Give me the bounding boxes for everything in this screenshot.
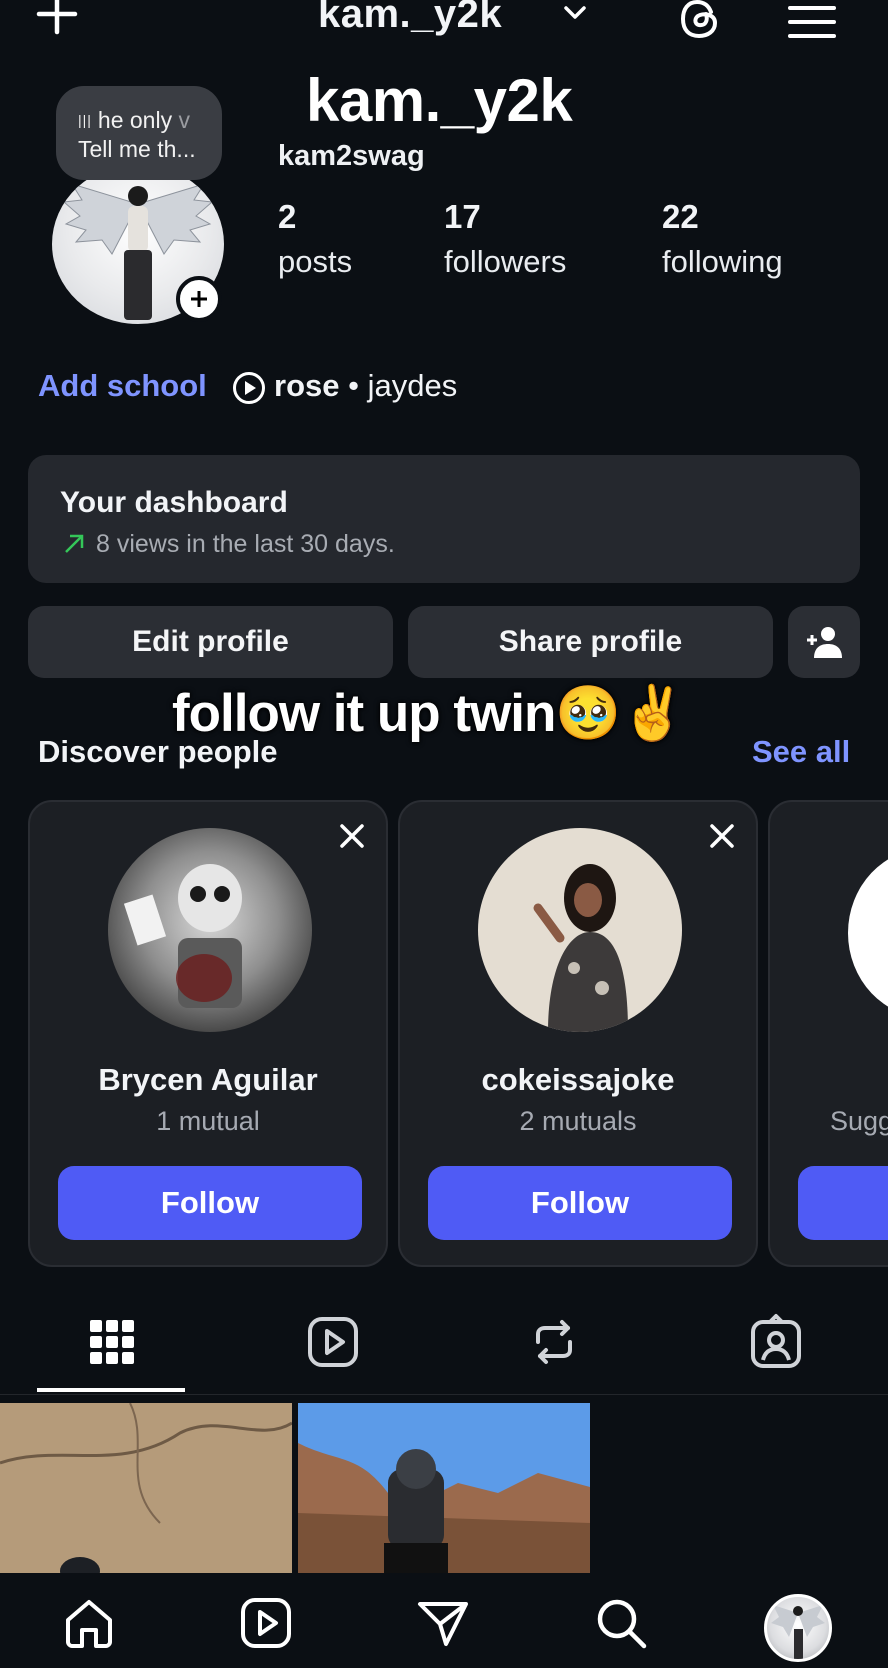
follow-button[interactable] [798,1166,888,1240]
plus-icon[interactable] [30,0,84,46]
menu-icon[interactable] [786,4,838,40]
profile-avatar-nav[interactable] [764,1594,832,1662]
music-separator: • [348,368,359,403]
suggestion-card[interactable]: cokeissajoke 2 mutuals Follow [398,800,758,1267]
close-icon[interactable] [708,822,736,850]
grid-icon[interactable] [82,1312,142,1372]
tagged-icon[interactable] [746,1312,806,1372]
profile-note[interactable]: ||| he only v Tell me th... [56,86,222,180]
suggestion-mutual: 1 mutual [156,1106,260,1136]
profile-music[interactable]: rose • jaydes [274,368,457,404]
dashboard-subtitle: 8 views in the last 30 days. [96,530,395,558]
post-thumbnail[interactable] [298,1403,590,1573]
outdoor-photo [298,1403,590,1573]
following-label[interactable]: following [662,244,783,280]
music-bars-icon: ||| [78,112,92,128]
home-icon[interactable] [60,1594,118,1652]
reels-icon[interactable] [303,1312,363,1372]
discover-people-button[interactable] [788,606,860,678]
top-bar: kam._y2k [0,0,888,60]
music-artist: jaydes [367,368,458,403]
suggestion-card-partial[interactable]: Sugg [768,800,888,1267]
threads-icon[interactable] [675,0,725,44]
person-art [533,864,628,1032]
suggestion-name[interactable]: cokeissajoke [400,1062,756,1098]
share-profile-button[interactable]: Share profile [408,606,773,678]
posts-count[interactable]: 2 [278,198,296,236]
edit-profile-button[interactable]: Edit profile [28,606,393,678]
add-school-link[interactable]: Add school [38,368,207,404]
note-line1-fade: v [178,107,190,133]
skull-art [123,864,242,1008]
suggestion-avatar[interactable] [108,828,312,1032]
search-icon[interactable] [592,1594,650,1652]
dashboard-title: Your dashboard [60,486,288,519]
add-story-button[interactable] [176,276,222,322]
followers-count[interactable]: 17 [444,198,481,236]
close-icon[interactable] [338,822,366,850]
plus-icon [191,291,207,307]
video-caption: follow it up twin🥹✌️ [172,684,686,743]
overlay-title: kam._y2k [306,67,573,134]
play-circle-icon[interactable] [232,371,266,405]
avatar-art [771,1605,825,1659]
post-thumbnail[interactable] [0,1403,292,1573]
suggestion-avatar[interactable] [848,848,888,1018]
send-icon[interactable] [414,1594,472,1652]
posts-label[interactable]: posts [278,244,352,280]
note-line2: Tell me th... [78,136,196,162]
top-username[interactable]: kam._y2k [318,0,502,37]
suggestion-name[interactable]: Brycen Aguilar [30,1062,386,1098]
suggestion-partial-text: Sugg [830,1106,888,1136]
followers-label[interactable]: followers [444,244,566,280]
music-song: rose [274,368,340,403]
see-all-link[interactable]: See all [752,734,850,770]
trend-up-icon [65,534,84,553]
reels-icon[interactable] [237,1594,295,1652]
following-count[interactable]: 22 [662,198,699,236]
tab-divider [0,1394,888,1395]
follow-button[interactable]: Follow [58,1166,362,1240]
chevron-down-icon[interactable] [560,0,590,30]
note-line1: he only [97,107,173,133]
suggestion-mutual: 2 mutuals [519,1106,637,1136]
add-person-icon [807,627,842,658]
follow-button[interactable]: Follow [428,1166,732,1240]
reposts-icon[interactable] [524,1312,584,1372]
suggestion-avatar[interactable] [478,828,682,1032]
rock-photo [0,1403,292,1573]
suggestion-card[interactable]: Brycen Aguilar 1 mutual Follow [28,800,388,1267]
profile-handle: kam2swag [278,140,425,172]
active-tab-indicator [37,1388,185,1392]
